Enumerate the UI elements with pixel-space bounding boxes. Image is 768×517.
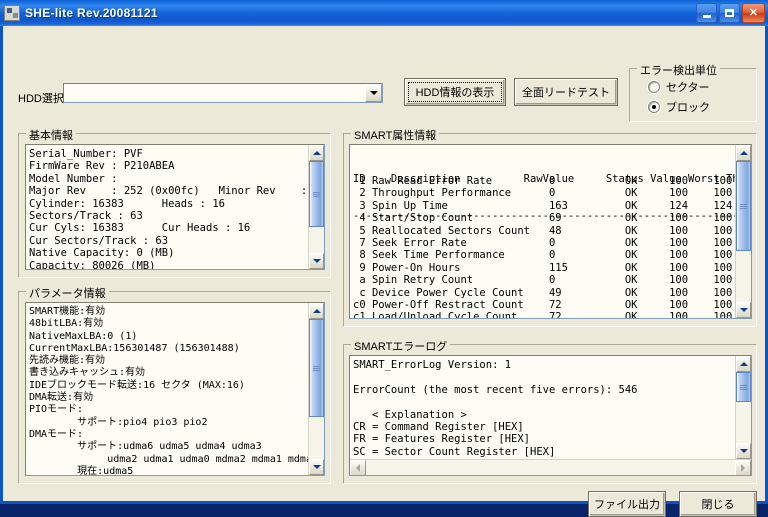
smart-attribute-row: c0 Power-Off Restract Count 72 OK 100 10… xyxy=(353,299,752,312)
smart-attribute-row: 9 Power-On Hours 115 OK 100 100 0 xyxy=(353,261,752,274)
arrow-up-icon xyxy=(312,151,321,155)
close-dialog-label: 閉じる xyxy=(701,499,735,511)
file-output-label: ファイル出力 xyxy=(594,499,660,511)
smart-attributes-panel[interactable]: ID Description RawValue Status Value Wor… xyxy=(349,144,752,319)
scroll-right-button[interactable] xyxy=(735,460,751,475)
close-dialog-button[interactable]: 閉じる xyxy=(679,491,757,517)
smart-error-log-title: SMARTエラーログ xyxy=(351,338,451,354)
radio-block[interactable]: ブロック xyxy=(648,99,710,115)
hdd-select-label: HDD選択 xyxy=(18,93,64,105)
error-unit-group-title: エラー検出単位 xyxy=(637,62,720,78)
basic-info-text: Serial_Number: PVF FirmWare Rev : P210AB… xyxy=(29,148,324,270)
parameter-info-title: パラメータ情報 xyxy=(26,285,109,301)
basic-info-panel[interactable]: Serial_Number: PVF FirmWare Rev : P210AB… xyxy=(25,144,325,270)
smart-error-log-panel[interactable]: SMART_ErrorLog Version: 1 ErrorCount (th… xyxy=(349,355,752,476)
arrow-right-icon xyxy=(741,464,745,472)
smart-error-log-text: SMART_ErrorLog Version: 1 ErrorCount (th… xyxy=(353,359,638,470)
radio-sector-label: セクター xyxy=(666,82,710,94)
window-title: SHE-lite Rev.20081121 xyxy=(25,6,158,20)
scroll-track[interactable] xyxy=(309,319,324,459)
close-icon: ✕ xyxy=(748,6,759,19)
smart-attributes-group: SMART属性情報 ID Description RawValue Status… xyxy=(343,127,757,327)
smart-attributes-title: SMART属性情報 xyxy=(351,127,440,143)
scroll-track-horizontal[interactable] xyxy=(366,460,735,475)
smart-attribute-row: 3 Spin Up Time 163 OK 124 124 24 xyxy=(353,199,752,212)
scroll-track[interactable] xyxy=(309,161,324,253)
arrow-up-icon xyxy=(739,151,748,155)
smart-attribute-row: 5 Reallocated Sectors Count 48 OK 100 10… xyxy=(353,224,752,237)
error-unit-group: エラー検出単位 セクター ブロック xyxy=(629,62,757,122)
scroll-left-button[interactable] xyxy=(350,460,366,475)
window-controls: ✕ xyxy=(696,3,765,23)
smart-attribute-row: c Device Power Cycle Count 49 OK 100 100… xyxy=(353,286,752,299)
scroll-up-button[interactable] xyxy=(309,145,324,161)
full-read-test-label: 全面リードテスト xyxy=(522,87,610,99)
smart-attributes-vscrollbar[interactable] xyxy=(735,145,751,318)
smart-error-log-group: SMARTエラーログ SMART_ErrorLog Version: 1 Err… xyxy=(343,338,757,484)
smart-attributes-rows: 1 Raw Read Error Rate 0 OK 100 100 16 2 … xyxy=(353,175,752,319)
scroll-grip-icon xyxy=(313,191,320,198)
title-bar: SHE-lite Rev.20081121 ✕ xyxy=(0,0,768,26)
scroll-up-button[interactable] xyxy=(736,145,751,161)
scroll-grip-icon xyxy=(740,203,747,210)
scroll-grip-icon xyxy=(313,365,320,372)
hdd-select-dropdown-button[interactable] xyxy=(365,84,382,102)
show-hdd-info-button[interactable]: HDD情報の表示 xyxy=(404,78,506,106)
client-area: HDD選択 HDD情報の表示 全面リードテスト エラー検出単位 セクター ブロッ… xyxy=(3,26,765,517)
scroll-thumb[interactable] xyxy=(309,319,324,417)
radio-sector-icon xyxy=(648,81,660,93)
basic-info-group: 基本情報 Serial_Number: PVF FirmWare Rev : P… xyxy=(18,127,331,278)
arrow-down-icon xyxy=(312,465,321,469)
smart-attribute-row: 8 Seek Time Performance 0 OK 100 100 20 xyxy=(353,249,752,262)
arrow-down-icon xyxy=(312,259,321,263)
scroll-track[interactable] xyxy=(736,161,751,302)
basic-info-title: 基本情報 xyxy=(26,127,76,143)
minimize-icon xyxy=(702,15,711,18)
radio-sector[interactable]: セクター xyxy=(648,79,710,95)
smart-error-log-vscrollbar[interactable] xyxy=(735,356,751,459)
smart-attribute-row: 4 Start/Stop Count 69 OK 100 100 0 xyxy=(353,212,752,225)
scroll-up-button[interactable] xyxy=(309,303,324,319)
arrow-left-icon xyxy=(356,464,360,472)
maximize-icon xyxy=(725,9,734,17)
scroll-track[interactable] xyxy=(736,372,751,443)
arrow-down-icon xyxy=(739,449,748,453)
scroll-thumb[interactable] xyxy=(736,161,751,251)
close-button[interactable]: ✕ xyxy=(742,3,765,23)
smart-error-log-hscrollbar[interactable] xyxy=(350,459,751,475)
parameter-info-group: パラメータ情報 SMART機能:有効 48bitLBA:有効 NativeMax… xyxy=(18,285,331,484)
focus-ring xyxy=(408,82,502,102)
full-read-test-button[interactable]: 全面リードテスト xyxy=(514,78,618,106)
hdd-select-combobox[interactable] xyxy=(63,83,383,103)
arrow-up-icon xyxy=(739,362,748,366)
scroll-down-button[interactable] xyxy=(736,302,751,318)
scroll-grip-icon xyxy=(740,384,747,391)
smart-attribute-row: 7 Seek Error Rate 0 OK 100 100 67 xyxy=(353,237,752,250)
scroll-thumb[interactable] xyxy=(309,161,324,227)
scroll-up-button[interactable] xyxy=(736,356,751,372)
smart-attribute-row: a Spin Retry Count 0 OK 100 100 60 xyxy=(353,274,752,287)
app-icon xyxy=(4,5,20,21)
scroll-down-button[interactable] xyxy=(309,459,324,475)
parameter-info-vscrollbar[interactable] xyxy=(308,303,324,475)
smart-attribute-row: 2 Throughput Performance 0 OK 100 100 50 xyxy=(353,187,752,200)
application-window: SHE-lite Rev.20081121 ✕ HDD選択 HDD情報の表示 全… xyxy=(0,0,768,517)
smart-attribute-row: c1 Load/Unload Cycle Count 72 OK 100 100… xyxy=(353,311,752,319)
chevron-down-icon xyxy=(369,91,378,95)
radio-block-icon xyxy=(648,101,660,113)
scroll-down-button[interactable] xyxy=(309,253,324,269)
arrow-up-icon xyxy=(312,309,321,313)
parameter-info-panel[interactable]: SMART機能:有効 48bitLBA:有効 NativeMaxLBA:0 (1… xyxy=(25,302,325,476)
scroll-down-button[interactable] xyxy=(736,443,751,459)
parameter-info-text: SMART機能:有効 48bitLBA:有効 NativeMaxLBA:0 (1… xyxy=(29,306,318,476)
radio-block-label: ブロック xyxy=(666,102,710,114)
smart-attribute-row: 1 Raw Read Error Rate 0 OK 100 100 16 xyxy=(353,175,752,187)
basic-info-vscrollbar[interactable] xyxy=(308,145,324,269)
maximize-button[interactable] xyxy=(719,3,740,23)
scroll-thumb[interactable] xyxy=(736,372,751,402)
arrow-down-icon xyxy=(739,308,748,312)
file-output-button[interactable]: ファイル出力 xyxy=(588,491,666,517)
minimize-button[interactable] xyxy=(696,3,717,23)
